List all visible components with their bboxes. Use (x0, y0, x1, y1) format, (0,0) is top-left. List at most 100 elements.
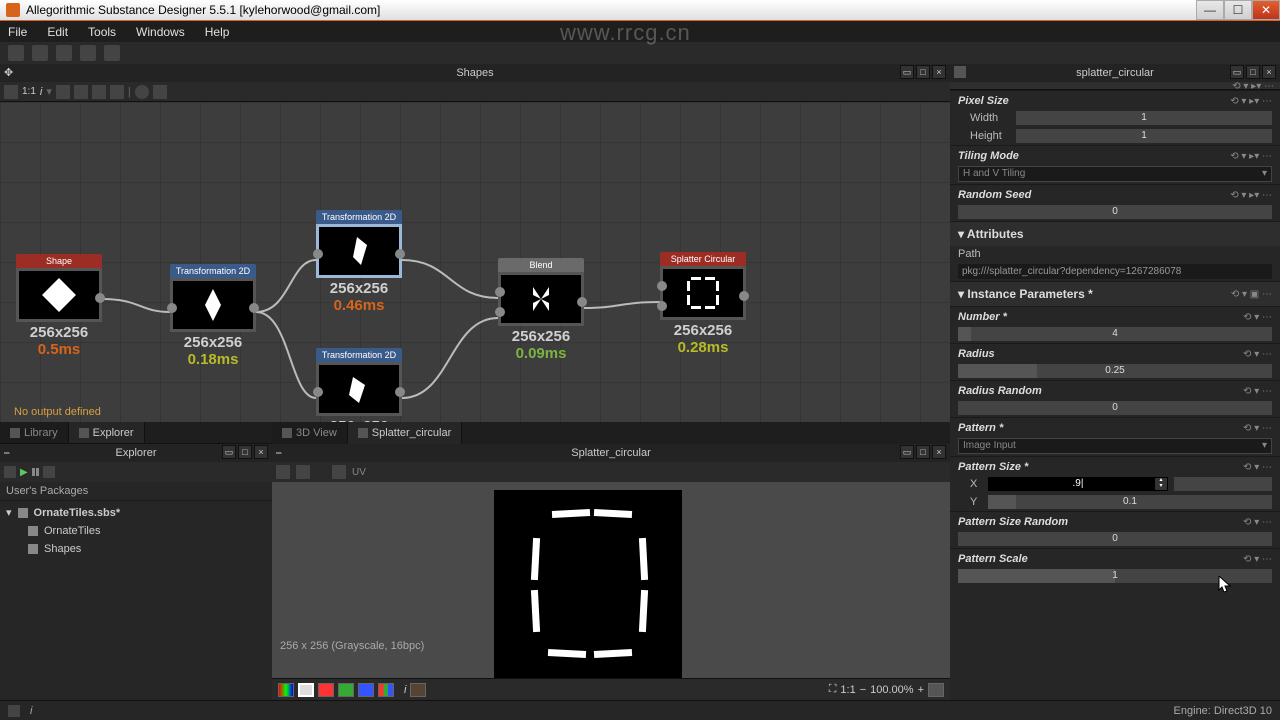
prop-tools[interactable]: ⟲ ▾ ▣ ⋯ (1231, 289, 1272, 300)
pattern-dropdown[interactable]: Image Input▾ (958, 438, 1272, 454)
height-slider[interactable]: 1 (1016, 129, 1272, 143)
pattern-y-slider[interactable]: 0.1 (988, 495, 1272, 509)
channel-multi-icon[interactable] (378, 683, 394, 697)
minimize-button[interactable]: — (1196, 0, 1224, 20)
node-splatter[interactable]: Splatter Circular 256x256 0.28ms (660, 252, 746, 356)
output-port[interactable] (577, 297, 587, 307)
export-icon[interactable] (104, 45, 120, 61)
prop-tools[interactable]: ⟲ ▾ ▸▾ ⋯ (1230, 151, 1272, 162)
flow-icon[interactable] (92, 85, 106, 99)
info-icon[interactable]: i (40, 86, 42, 98)
histogram-icon[interactable] (410, 683, 426, 697)
move-handle-icon[interactable]: ✥ (4, 64, 13, 82)
handle-icon[interactable]: ⎯ (4, 444, 10, 462)
link-icon[interactable] (74, 85, 88, 99)
channel-b-icon[interactable] (358, 683, 374, 697)
output-port[interactable] (739, 291, 749, 301)
spin-down-icon[interactable]: ▾ (1155, 484, 1167, 490)
save-icon[interactable] (56, 45, 72, 61)
menu-help[interactable]: Help (205, 25, 230, 39)
uv-toggle-icon[interactable] (332, 465, 346, 479)
node-transform-b[interactable]: Transformation 2D 256x256 0.46ms (316, 210, 402, 314)
open-icon[interactable] (32, 45, 48, 61)
channel-r-icon[interactable] (318, 683, 334, 697)
zoom-in-icon[interactable]: + (918, 684, 924, 696)
tab-3dview[interactable]: 3D View (272, 422, 348, 444)
reset-view-icon[interactable] (4, 85, 18, 99)
panel-close-icon[interactable]: × (254, 445, 268, 459)
status-info-icon[interactable]: i (30, 705, 32, 717)
tab-2dview[interactable]: Splatter_circular (348, 422, 462, 444)
number-slider[interactable]: 4 (958, 327, 1272, 341)
tiling-dropdown[interactable]: H and V Tiling▾ (958, 166, 1272, 182)
save-image-icon[interactable] (276, 465, 290, 479)
input-port[interactable] (167, 303, 177, 313)
prop-tools[interactable]: ⟲ ▾ ⋯ (1243, 517, 1272, 528)
output-port[interactable] (395, 249, 405, 259)
prop-tools[interactable]: ⟲ ▾ ⋯ (1243, 554, 1272, 565)
node-shape[interactable]: Shape 256x256 0.5ms (16, 254, 102, 358)
new-icon[interactable] (8, 45, 24, 61)
channel-rgb-icon[interactable] (278, 683, 294, 697)
panel-close-icon[interactable]: × (932, 65, 946, 79)
seed-slider[interactable]: 0 (958, 205, 1272, 219)
saveall-icon[interactable] (80, 45, 96, 61)
maximize-button[interactable]: ☐ (1224, 0, 1252, 20)
output-port[interactable] (395, 387, 405, 397)
prop-tools[interactable]: ⟲ ▾ ⋯ (1243, 462, 1272, 473)
prop-tools[interactable]: ⟲ ▾ ⋯ (1243, 312, 1272, 323)
copy-icon[interactable] (296, 465, 310, 479)
panel-undock-icon[interactable]: ▭ (222, 445, 236, 459)
input-port[interactable] (495, 287, 505, 297)
view-canvas[interactable]: 256 x 256 (Grayscale, 16bpc) (272, 482, 950, 678)
status-icon[interactable] (8, 705, 20, 717)
pattern-x-input[interactable]: .9|▴▾ (988, 477, 1168, 491)
output-port[interactable] (95, 293, 105, 303)
tree-item[interactable]: ▾OrnateTiles.sbs* (0, 503, 272, 522)
channel-g-icon[interactable] (338, 683, 354, 697)
tree-item[interactable]: Shapes (0, 540, 272, 558)
panel-max-icon[interactable]: □ (916, 445, 930, 459)
zoom-reset[interactable]: 1:1 (840, 684, 855, 696)
close-button[interactable]: ✕ (1252, 0, 1280, 20)
node-blend[interactable]: Blend 256x256 0.09ms (498, 258, 584, 362)
tab-library[interactable]: Library (0, 422, 69, 443)
pattern-size-random-slider[interactable]: 0 (958, 532, 1272, 546)
path-value[interactable]: pkg:///splatter_circular?dependency=1267… (958, 264, 1272, 279)
menu-edit[interactable]: Edit (47, 25, 68, 39)
handle-icon[interactable]: ⎯ (276, 444, 282, 462)
channel-gray-icon[interactable] (298, 683, 314, 697)
fit-icon[interactable]: ⛶ (829, 683, 837, 696)
lock-icon[interactable] (928, 683, 944, 697)
panel-undock-icon[interactable]: ▭ (900, 65, 914, 79)
expand-icon[interactable]: ▾ (6, 506, 12, 519)
prop-tools[interactable]: ⟲ ▾ ▸▾ ⋯ (1230, 190, 1272, 201)
tab-explorer[interactable]: Explorer (69, 422, 145, 443)
prop-tools[interactable]: ⟲ ▾ ⋯ (1243, 423, 1272, 434)
zoom-out-icon[interactable]: − (860, 684, 866, 696)
input-port[interactable] (495, 307, 505, 317)
panel-undock-icon[interactable]: ▭ (900, 445, 914, 459)
menu-tools[interactable]: Tools (88, 25, 116, 39)
section-attributes[interactable]: ▾ Attributes (950, 221, 1280, 246)
tree-item[interactable]: OrnateTiles (0, 522, 272, 540)
play-icon[interactable]: ▶ (20, 467, 28, 478)
more-icon[interactable] (153, 85, 167, 99)
panel-max-icon[interactable]: □ (1246, 65, 1260, 79)
prop-tools[interactable]: ⟲ ▾ ▸▾ ⋯ (1230, 96, 1272, 107)
radius-random-slider[interactable]: 0 (958, 401, 1272, 415)
panel-max-icon[interactable]: □ (916, 65, 930, 79)
prop-tools[interactable]: ⟲ ▾ ▸▾ ⋯ (1232, 82, 1274, 92)
pattern-scale-slider[interactable]: 1 (958, 569, 1272, 583)
refresh-icon[interactable] (4, 466, 16, 478)
radius-slider[interactable]: 0.25 (958, 364, 1272, 378)
menu-windows[interactable]: Windows (136, 25, 185, 39)
menu-file[interactable]: File (8, 25, 27, 39)
node-transform-a[interactable]: Transformation 2D 256x256 0.18ms (170, 264, 256, 368)
input-port[interactable] (313, 387, 323, 397)
prop-tools[interactable]: ⟲ ▾ ⋯ (1243, 386, 1272, 397)
graph-canvas[interactable]: Shape 256x256 0.5ms Transformation 2D 25… (0, 102, 950, 422)
autolayout-icon[interactable] (110, 85, 124, 99)
width-slider[interactable]: 1 (1016, 111, 1272, 125)
input-port[interactable] (657, 281, 667, 291)
